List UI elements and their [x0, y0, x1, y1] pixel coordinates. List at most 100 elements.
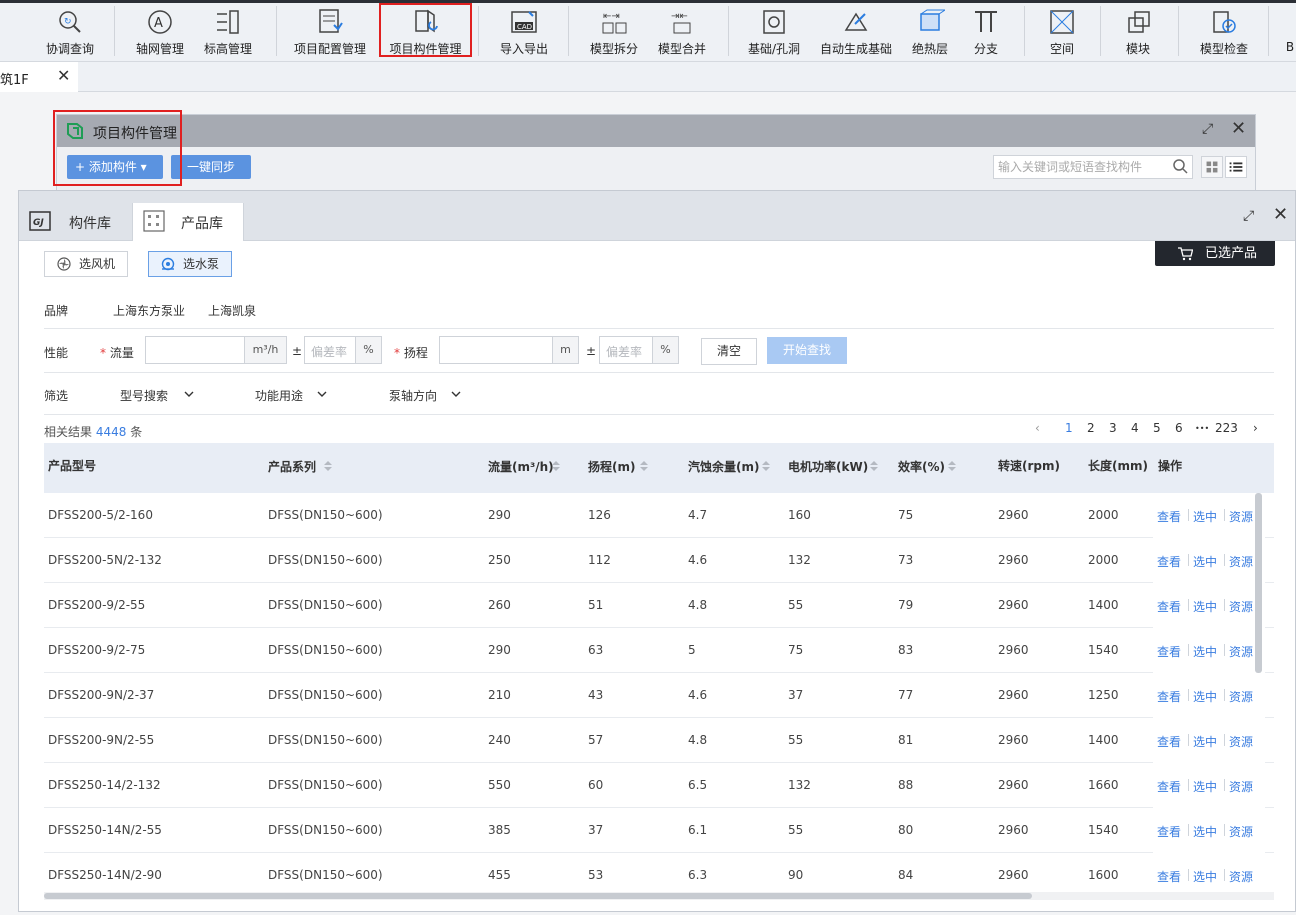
pager-page-last[interactable]: 223 [1215, 421, 1238, 435]
horizontal-scrollbar-track[interactable] [44, 892, 1274, 900]
select-link[interactable]: 选中 [1193, 733, 1217, 750]
grid-view-button[interactable] [1201, 156, 1223, 178]
view-link[interactable]: 查看 [1157, 688, 1181, 705]
list-view-button[interactable] [1225, 156, 1247, 178]
close-icon[interactable]: ✕ [57, 66, 70, 85]
sort-icon[interactable] [762, 461, 770, 471]
sort-icon[interactable] [640, 461, 648, 471]
select-link[interactable]: 选中 [1193, 508, 1217, 525]
sort-icon[interactable] [324, 461, 332, 471]
select-link[interactable]: 选中 [1193, 778, 1217, 795]
search-icon[interactable] [1172, 158, 1188, 174]
table-row[interactable]: DFSS250-14/2-132 DFSS(DN150~600) 550 60 6.5 1… [44, 763, 1274, 808]
maximize-icon[interactable]: ⤢ [1243, 208, 1254, 224]
table-row[interactable]: DFSS200-9/2-55 DFSS(DN150~600) 260 51 4.8 55 7… [44, 583, 1274, 628]
select-link[interactable]: 选中 [1193, 868, 1217, 885]
view-link[interactable]: 查看 [1157, 643, 1181, 660]
tab-product-library[interactable]: 产品库 [132, 203, 244, 241]
view-link[interactable]: 查看 [1157, 733, 1181, 750]
ribbon-elevation-button[interactable]: 标高管理 [200, 6, 256, 58]
clear-button[interactable]: 清空 [701, 338, 757, 365]
resource-link[interactable]: 资源 [1229, 688, 1253, 705]
resource-link[interactable]: 资源 [1229, 598, 1253, 615]
ribbon-coordination-query-button[interactable]: ↻ 协调查询 [40, 6, 100, 58]
resource-link[interactable]: 资源 [1229, 508, 1253, 525]
table-row[interactable]: DFSS250-14N/2-90 DFSS(DN150~600) 455 53 6.3 9… [44, 853, 1274, 891]
head-input[interactable]: m [439, 336, 579, 364]
ribbon-model-merge-button[interactable]: ⇥⇤ 模型合并 [654, 6, 710, 58]
pager-page-2[interactable]: 2 [1087, 421, 1095, 435]
pager-page-5[interactable]: 5 [1153, 421, 1161, 435]
resource-link[interactable]: 资源 [1229, 553, 1253, 570]
table-row[interactable]: DFSS250-14N/2-55 DFSS(DN150~600) 385 37 6.1 5… [44, 808, 1274, 853]
resource-link[interactable]: 资源 [1229, 733, 1253, 750]
vertical-scrollbar[interactable] [1255, 493, 1262, 673]
ribbon-axis-grid-button[interactable]: A 轴网管理 [132, 6, 188, 58]
column-header-efficiency[interactable]: 效率(%) [898, 458, 956, 475]
sort-icon[interactable] [870, 461, 878, 471]
column-header-power[interactable]: 电机功率(kW) [788, 458, 878, 475]
selected-products-button[interactable]: 已选产品 [1155, 241, 1275, 266]
sort-icon[interactable] [552, 461, 560, 471]
close-icon[interactable]: ✕ [1231, 118, 1246, 139]
tab-component-library[interactable]: GJ 构件库 [19, 203, 131, 241]
resource-link[interactable]: 资源 [1229, 778, 1253, 795]
pager-page-6[interactable]: 6 [1175, 421, 1183, 435]
document-tab[interactable]: 筑1F ✕ [0, 62, 78, 92]
ribbon-more-button[interactable]: B [1284, 6, 1296, 58]
select-link[interactable]: 选中 [1193, 643, 1217, 660]
pager-page-3[interactable]: 3 [1109, 421, 1117, 435]
column-header-flow[interactable]: 流量(m³/h) [488, 458, 560, 475]
select-pump-button[interactable]: 选水泵 [148, 251, 232, 277]
select-link[interactable]: 选中 [1193, 553, 1217, 570]
view-link[interactable]: 查看 [1157, 553, 1181, 570]
view-link[interactable]: 查看 [1157, 823, 1181, 840]
ribbon-project-config-button[interactable]: 项目配置管理 [290, 6, 370, 58]
ribbon-auto-foundation-button[interactable]: 自动生成基础 [816, 6, 896, 58]
select-link[interactable]: 选中 [1193, 823, 1217, 840]
table-row[interactable]: DFSS200-9/2-75 DFSS(DN150~600) 290 63 5 75 83 2… [44, 628, 1274, 673]
flow-deviation-input[interactable]: 偏差率 % [304, 336, 382, 364]
start-search-button[interactable]: 开始查找 [767, 337, 847, 364]
brand-option-dongfang[interactable]: 上海东方泵业 [113, 302, 185, 319]
select-link[interactable]: 选中 [1193, 598, 1217, 615]
one-click-sync-button[interactable]: 一键同步 [171, 155, 251, 179]
select-fan-button[interactable]: 选风机 [44, 251, 128, 277]
column-header-npsh[interactable]: 汽蚀余量(m) [688, 458, 770, 475]
ribbon-branch-button[interactable]: 分支 [962, 6, 1010, 58]
table-row[interactable]: DFSS200-5N/2-132 DFSS(DN150~600) 250 112 4.6… [44, 538, 1274, 583]
function-use-dropdown[interactable]: 功能用途 [255, 387, 335, 404]
ribbon-foundation-hole-button[interactable]: 基础/孔洞 [744, 6, 804, 58]
select-link[interactable]: 选中 [1193, 688, 1217, 705]
ribbon-model-check-button[interactable]: 模型检查 [1194, 6, 1254, 58]
column-header-series[interactable]: 产品系列 [268, 458, 332, 475]
table-row[interactable]: DFSS200-9N/2-37 DFSS(DN150~600) 210 43 4.6 37… [44, 673, 1274, 718]
brand-option-kaiquan[interactable]: 上海凯泉 [208, 302, 256, 319]
view-link[interactable]: 查看 [1157, 598, 1181, 615]
view-link[interactable]: 查看 [1157, 868, 1181, 885]
flow-input[interactable]: m³/h [145, 336, 287, 364]
resource-link[interactable]: 资源 [1229, 823, 1253, 840]
horizontal-scrollbar[interactable] [44, 893, 1032, 899]
pager-page-4[interactable]: 4 [1131, 421, 1139, 435]
resource-link[interactable]: 资源 [1229, 868, 1253, 885]
sort-icon[interactable] [948, 461, 956, 471]
maximize-icon[interactable]: ⤢ [1202, 121, 1213, 137]
ribbon-import-export-button[interactable]: CAD 导入导出 [494, 6, 554, 58]
ribbon-space-button[interactable]: 空间 [1040, 6, 1084, 58]
table-row[interactable]: DFSS200-5/2-160 DFSS(DN150~600) 290 126 4.7 1… [44, 493, 1274, 538]
pager-ellipsis[interactable]: ••• [1195, 424, 1209, 433]
model-search-dropdown[interactable]: 型号搜索 [120, 387, 200, 404]
view-link[interactable]: 查看 [1157, 778, 1181, 795]
ribbon-insulation-button[interactable]: 绝热层 [906, 6, 954, 58]
pager-page-1[interactable]: 1 [1065, 421, 1073, 435]
view-link[interactable]: 查看 [1157, 508, 1181, 525]
head-deviation-input[interactable]: 偏差率 % [599, 336, 679, 364]
pump-shaft-direction-dropdown[interactable]: 泵轴方向 [389, 387, 469, 404]
ribbon-module-button[interactable]: 模块 [1116, 6, 1160, 58]
resource-link[interactable]: 资源 [1229, 643, 1253, 660]
table-row[interactable]: DFSS200-9N/2-55 DFSS(DN150~600) 240 57 4.8 55… [44, 718, 1274, 763]
column-header-head[interactable]: 扬程(m) [588, 458, 648, 475]
close-icon[interactable]: ✕ [1273, 204, 1288, 225]
pager-next-button[interactable]: › [1253, 421, 1258, 435]
